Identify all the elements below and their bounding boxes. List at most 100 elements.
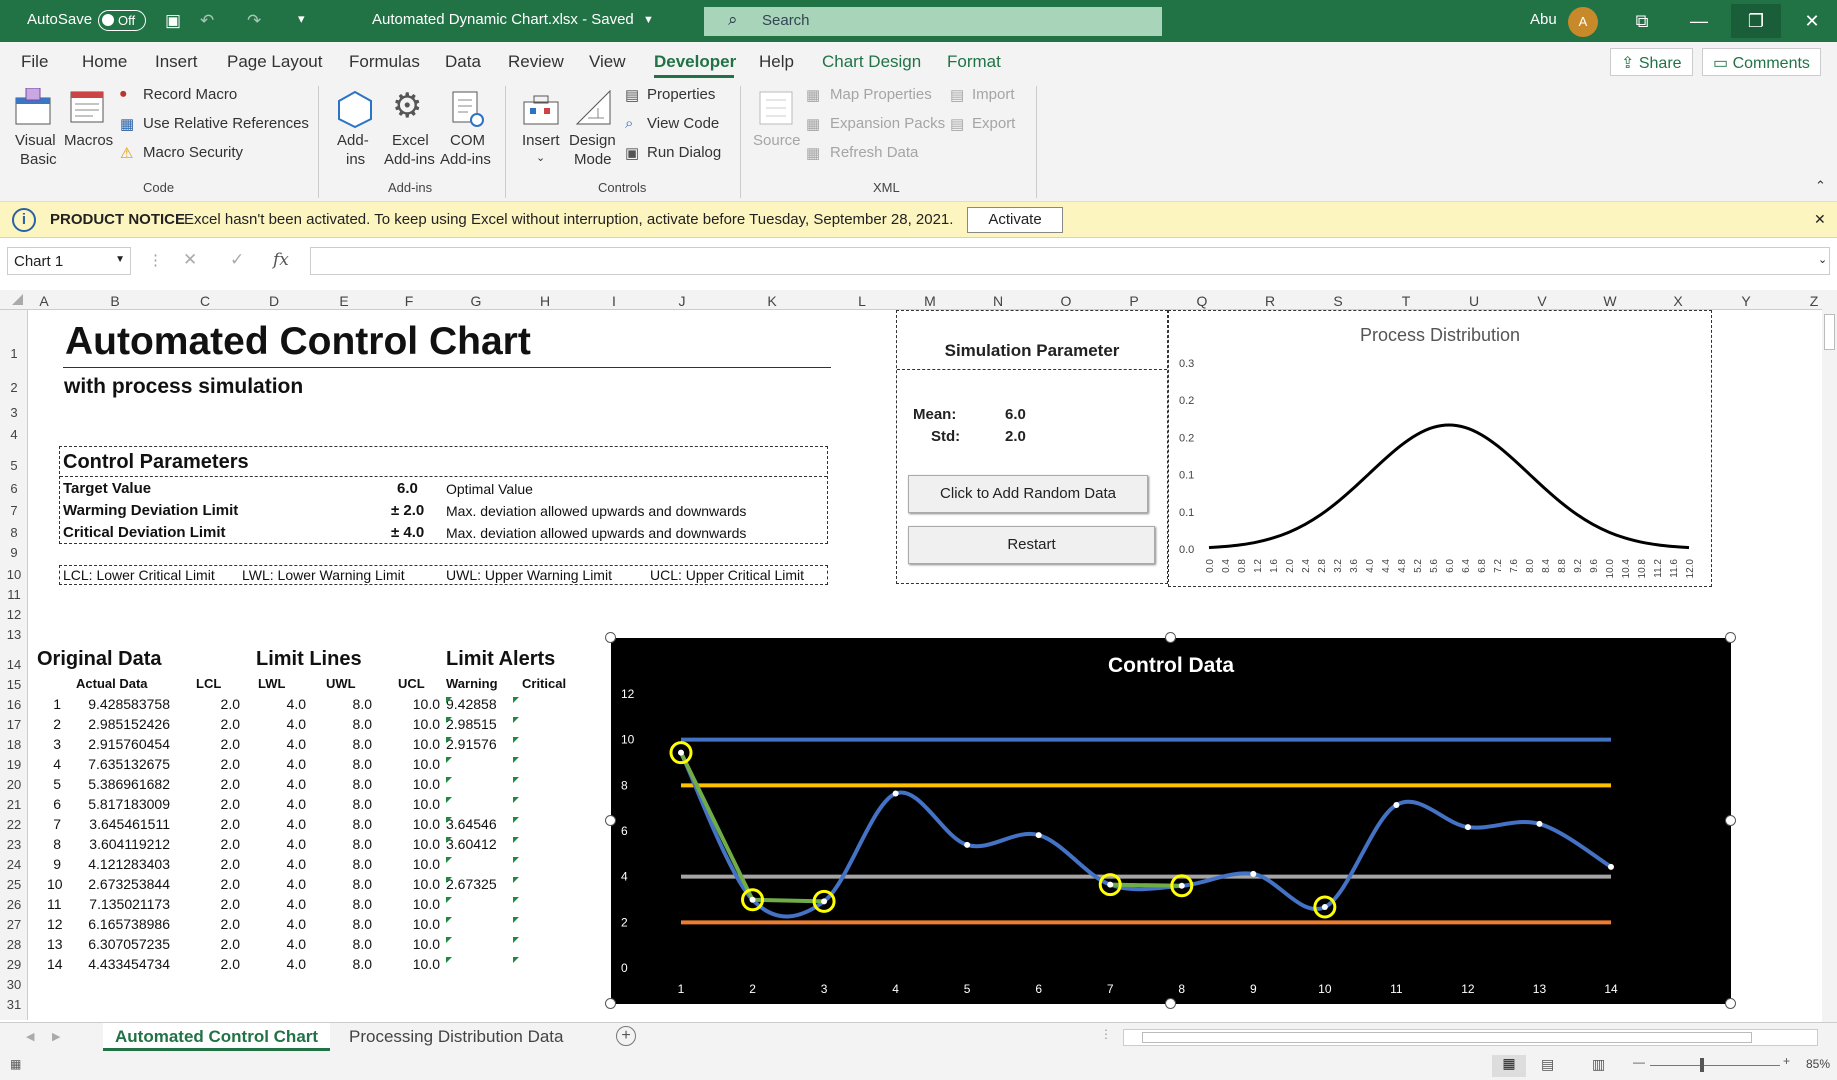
scroll-right-icon[interactable]: ▶ — [52, 1030, 60, 1043]
row-header[interactable]: 9 — [0, 545, 28, 560]
column-header[interactable]: J — [648, 293, 716, 309]
row-header[interactable]: 13 — [0, 627, 28, 642]
run-dialog-button[interactable]: Run Dialog — [647, 144, 721, 161]
record-macro-button[interactable]: Record Macro — [143, 86, 237, 103]
column-header[interactable]: E — [312, 293, 376, 309]
cell-ucl[interactable]: 10.0 — [388, 716, 440, 732]
column-header[interactable]: S — [1304, 293, 1372, 309]
resize-handle[interactable] — [605, 815, 616, 826]
chevron-down-icon[interactable]: ▼ — [115, 254, 125, 265]
com-addins-label-1[interactable]: COM — [450, 132, 485, 149]
cell-lwl[interactable]: 4.0 — [256, 816, 306, 832]
ribbon-display-icon[interactable]: ⧉ — [1617, 4, 1667, 38]
resize-handle[interactable] — [605, 998, 616, 1009]
cell-actual[interactable]: 6.165738986 — [70, 916, 170, 932]
customize-qat-icon[interactable]: ▾ — [298, 11, 305, 27]
page-break-view-icon[interactable]: ▥ — [1592, 1056, 1605, 1073]
tab-formulas[interactable]: Formulas — [349, 52, 420, 72]
cell-ucl[interactable]: 10.0 — [388, 736, 440, 752]
minimize-icon[interactable]: — — [1674, 4, 1724, 38]
page-layout-view-icon[interactable]: ▤ — [1541, 1056, 1554, 1073]
row-header[interactable]: 10 — [0, 567, 28, 582]
cell-n[interactable]: 3 — [47, 736, 61, 752]
chevron-down-icon[interactable]: ▼ — [643, 14, 654, 26]
row-header[interactable]: 24 — [0, 857, 28, 872]
cell-uwl[interactable]: 8.0 — [322, 796, 372, 812]
view-code-button[interactable]: View Code — [647, 115, 719, 132]
row-header[interactable]: 4 — [0, 427, 28, 442]
row-header[interactable]: 29 — [0, 957, 28, 972]
column-header[interactable]: V — [1508, 293, 1576, 309]
formula-input[interactable] — [310, 247, 1830, 275]
column-header[interactable]: O — [1032, 293, 1100, 309]
column-header[interactable]: L — [828, 293, 896, 309]
comments-button[interactable]: ▭ Comments — [1702, 48, 1821, 76]
row-header[interactable]: 19 — [0, 757, 28, 772]
column-header[interactable]: D — [236, 293, 312, 309]
process-distribution-chart[interactable]: Process Distribution 0.0 0.1 0.1 0.2 0.2 0.3 0.… — [1168, 310, 1712, 587]
cell-lcl[interactable]: 2.0 — [190, 896, 240, 912]
row-header[interactable]: 25 — [0, 877, 28, 892]
column-header[interactable]: G — [442, 293, 510, 309]
undo-icon[interactable]: ↶ — [200, 11, 214, 31]
cell-uwl[interactable]: 8.0 — [322, 856, 372, 872]
zoom-slider-thumb[interactable] — [1700, 1058, 1704, 1072]
cell-lcl[interactable]: 2.0 — [190, 776, 240, 792]
tab-file[interactable]: File — [21, 52, 48, 72]
row-header[interactable]: 31 — [0, 997, 28, 1012]
control-data-chart[interactable]: Control Data 0 2 4 6 8 10 12 1 2 3 4 5 6 7 8 9 10 11 12 13 14 — [611, 638, 1731, 1004]
column-header[interactable]: R — [1236, 293, 1304, 309]
activate-button[interactable]: Activate — [967, 207, 1063, 233]
redo-icon[interactable]: ↷ — [247, 11, 261, 31]
cell-lcl[interactable]: 2.0 — [190, 696, 240, 712]
row-header[interactable]: 27 — [0, 917, 28, 932]
cell-lwl[interactable]: 4.0 — [256, 796, 306, 812]
cell-ucl[interactable]: 10.0 — [388, 756, 440, 772]
cell-n[interactable]: 13 — [47, 936, 63, 952]
cell-n[interactable]: 2 — [47, 716, 61, 732]
cell-lcl[interactable]: 2.0 — [190, 856, 240, 872]
cell-actual[interactable]: 9.428583758 — [70, 696, 170, 712]
cell-actual[interactable]: 2.915760454 — [70, 736, 170, 752]
cell-ucl[interactable]: 10.0 — [388, 776, 440, 792]
cell-ucl[interactable]: 10.0 — [388, 916, 440, 932]
cell-uwl[interactable]: 8.0 — [322, 836, 372, 852]
cell-lcl[interactable]: 2.0 — [190, 816, 240, 832]
column-header[interactable]: Q — [1168, 293, 1236, 309]
cell-actual[interactable]: 2.985152426 — [70, 716, 170, 732]
add-random-data-button[interactable]: Click to Add Random Data — [908, 475, 1148, 513]
cell-actual[interactable]: 3.604119212 — [70, 836, 170, 852]
cell-warning[interactable]: 2.67325 — [446, 876, 510, 892]
vertical-scrollbar[interactable] — [1822, 290, 1837, 1022]
expansion-packs-button[interactable]: Expansion Packs — [830, 115, 945, 132]
cell-uwl[interactable]: 8.0 — [322, 916, 372, 932]
cell-uwl[interactable]: 8.0 — [322, 956, 372, 972]
cell-ucl[interactable]: 10.0 — [388, 956, 440, 972]
column-header[interactable]: C — [174, 293, 236, 309]
cell-lwl[interactable]: 4.0 — [256, 736, 306, 752]
row-header[interactable]: 16 — [0, 697, 28, 712]
restore-icon[interactable]: ❐ — [1731, 4, 1781, 38]
column-header[interactable]: I — [580, 293, 648, 309]
cell-lcl[interactable]: 2.0 — [190, 796, 240, 812]
tab-help[interactable]: Help — [759, 52, 794, 72]
row-header[interactable]: 3 — [0, 405, 28, 420]
cell-lcl[interactable]: 2.0 — [190, 916, 240, 932]
cell-ucl[interactable]: 10.0 — [388, 836, 440, 852]
visual-basic-label-1[interactable]: Visual — [15, 132, 56, 149]
param-value[interactable]: ± 4.0 — [391, 524, 424, 541]
cell-actual[interactable]: 4.121283403 — [70, 856, 170, 872]
cell-uwl[interactable]: 8.0 — [322, 816, 372, 832]
macro-security-button[interactable]: Macro Security — [143, 144, 243, 161]
source-button[interactable]: Source — [753, 132, 801, 149]
cell-warning[interactable]: 3.60412 — [446, 836, 510, 852]
cell-lwl[interactable]: 4.0 — [256, 696, 306, 712]
zoom-in-icon[interactable]: + — [1783, 1054, 1790, 1068]
cell-n[interactable]: 8 — [47, 836, 61, 852]
column-header[interactable]: X — [1644, 293, 1712, 309]
cell-uwl[interactable]: 8.0 — [322, 716, 372, 732]
cell-actual[interactable]: 5.817183009 — [70, 796, 170, 812]
cell-lwl[interactable]: 4.0 — [256, 716, 306, 732]
cell-lcl[interactable]: 2.0 — [190, 736, 240, 752]
row-header[interactable]: 26 — [0, 897, 28, 912]
